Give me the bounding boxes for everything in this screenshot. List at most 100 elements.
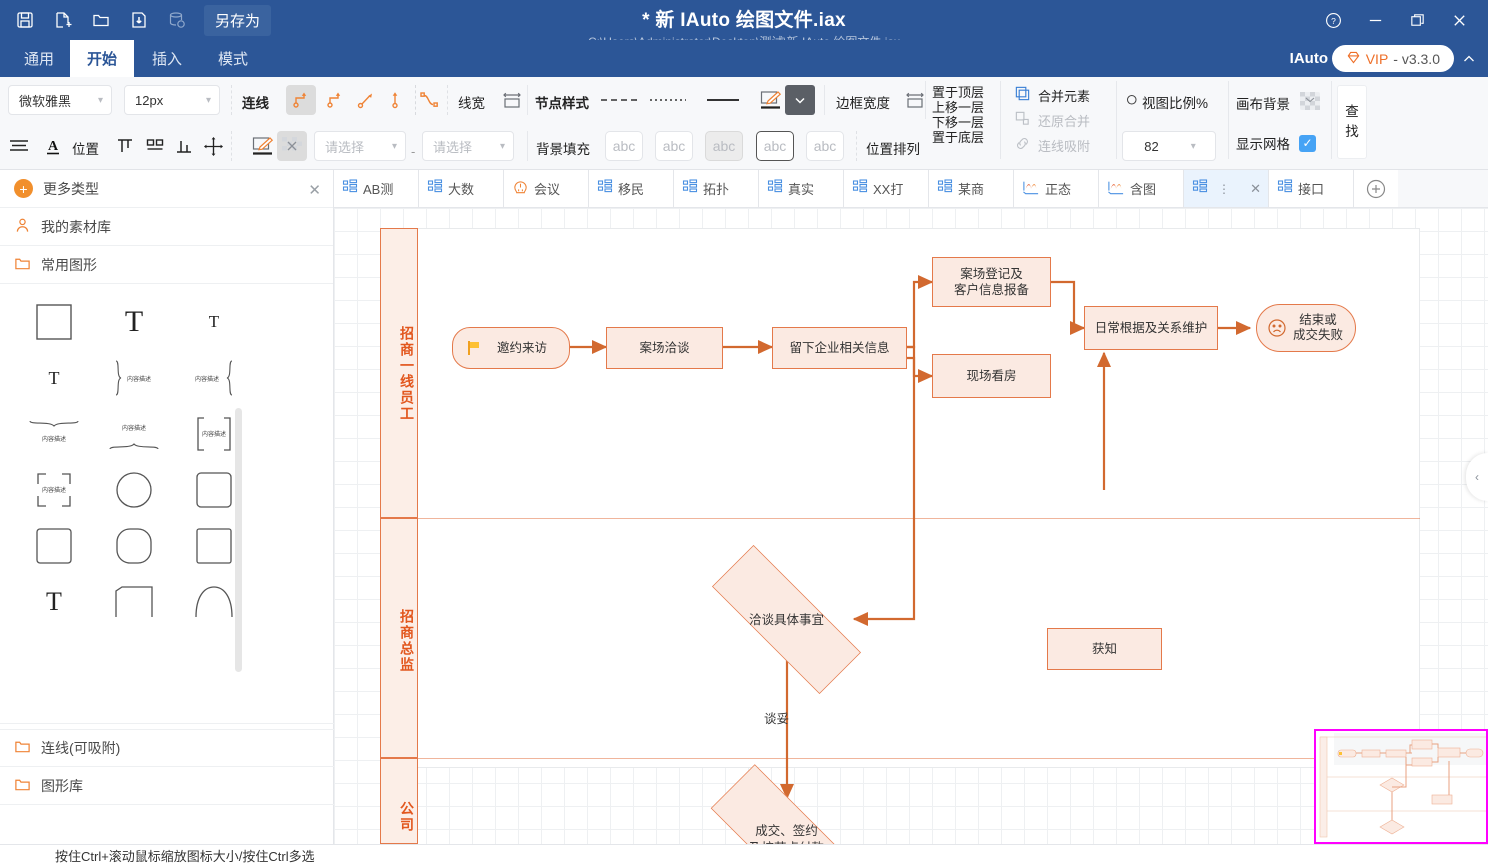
align-bottom-icon[interactable] <box>169 131 199 161</box>
gradient-end-select[interactable]: 请选择 ▾ <box>422 131 514 161</box>
tab-menu-icon[interactable]: ⋮ <box>1218 182 1230 196</box>
node-leave-info[interactable]: 留下企业相关信息 <box>772 327 907 369</box>
connector-straight-icon[interactable] <box>351 85 381 115</box>
merge-elements-button[interactable]: 合并元素 <box>1014 85 1090 105</box>
tab-insert[interactable]: 插入 <box>134 40 200 77</box>
bg-swatch-2[interactable]: abc <box>655 131 693 161</box>
lane-header-1[interactable]: 招商总监 <box>380 518 418 758</box>
shape-corner-bracket[interactable]: 内容描述 <box>18 464 90 516</box>
chevron-up-icon[interactable] <box>1458 40 1480 77</box>
connector-curve-icon[interactable] <box>415 85 445 115</box>
database-icon[interactable] <box>160 5 194 35</box>
shape-brace-top[interactable]: 内容描述 <box>98 408 170 460</box>
node-register-report[interactable]: 案场登记及 客户信息报备 <box>932 257 1051 307</box>
minimap[interactable] <box>1314 729 1488 844</box>
node-discuss-details[interactable]: 洽谈具体事宜 <box>679 545 894 694</box>
tab-close-icon[interactable]: ✕ <box>1250 181 1261 197</box>
shape-circle[interactable] <box>98 464 170 516</box>
export-icon[interactable] <box>122 5 156 35</box>
node-learn[interactable]: 获知 <box>1047 628 1162 670</box>
connector-elbow-up-icon[interactable] <box>286 85 316 115</box>
doc-tab-0[interactable]: AB测 <box>334 170 419 207</box>
new-file-icon[interactable] <box>46 5 80 35</box>
shape-grid-scrollbar[interactable] <box>235 408 242 672</box>
doc-tab-1[interactable]: 大数 <box>419 170 504 207</box>
doc-tab-4[interactable]: 拓扑 <box>674 170 759 207</box>
node-end-or-fail[interactable]: 结束或 成交失败 <box>1256 304 1356 352</box>
diagram-canvas[interactable]: 招商一线员工 招商总监 公司 邀约来访 案场洽谈 留下企业相关信息 案场登记及 … <box>334 208 1488 844</box>
shape-brace-left[interactable]: 内容描述 <box>178 352 250 404</box>
shape-text-small[interactable]: T <box>178 296 250 348</box>
shape-library-row[interactable]: 图形库 <box>0 767 334 805</box>
lane-header-0[interactable]: 招商一线员工 <box>380 228 418 518</box>
dashed-line-style[interactable] <box>596 85 642 115</box>
bring-forward-button[interactable]: 上移一层 <box>932 100 984 115</box>
distribute-icon[interactable] <box>140 131 170 161</box>
doc-tab-11[interactable]: 接口 <box>1269 170 1354 207</box>
connector-vertical-icon[interactable] <box>380 85 410 115</box>
common-shapes-row[interactable]: 常用图形 <box>0 246 333 284</box>
gradient-start-select[interactable]: 请选择 ▾ <box>314 131 406 161</box>
solid-line-style[interactable] <box>700 85 746 115</box>
node-site-visit[interactable]: 现场看房 <box>932 354 1051 398</box>
shape-cut-corner[interactable] <box>98 576 170 628</box>
text-color-icon[interactable]: A <box>38 131 68 161</box>
font-size-select[interactable]: 12px ▾ <box>124 85 220 115</box>
lane-header-2[interactable]: 公司 <box>380 758 418 844</box>
dotted-line-style[interactable] <box>645 85 691 115</box>
connectors-group-row[interactable]: 连线(可吸附) <box>0 729 334 767</box>
save-icon[interactable] <box>8 5 42 35</box>
doc-tab-9[interactable]: 含图 <box>1099 170 1184 207</box>
doc-tab-2[interactable]: 会议 <box>504 170 589 207</box>
fill-color-icon[interactable] <box>248 131 278 161</box>
vip-badge[interactable]: VIP - v3.3.0 <box>1331 45 1454 72</box>
doc-tab-7[interactable]: 某商 <box>929 170 1014 207</box>
my-library-row[interactable]: 我的素材库 <box>0 208 333 246</box>
tab-home[interactable]: 开始 <box>70 40 134 77</box>
tab-mode[interactable]: 模式 <box>200 40 266 77</box>
shape-roundsquare[interactable] <box>98 520 170 572</box>
doc-tab-6[interactable]: XX打 <box>844 170 929 207</box>
bg-swatch-5[interactable]: abc <box>806 131 844 161</box>
line-width-icon[interactable] <box>497 85 527 115</box>
tab-general[interactable]: 通用 <box>8 40 70 77</box>
line-color-dropdown[interactable] <box>785 85 815 115</box>
minimize-icon[interactable] <box>1356 3 1394 37</box>
align-text-icon[interactable] <box>4 131 34 161</box>
no-fill-icon[interactable] <box>277 131 307 161</box>
node-invite-visit[interactable]: 邀约来访 <box>452 327 570 369</box>
node-site-talk[interactable]: 案场洽谈 <box>606 327 723 369</box>
more-types-row[interactable]: + 更多类型 ✕ <box>0 170 333 208</box>
close-icon[interactable] <box>1440 3 1478 37</box>
bg-swatch-1[interactable]: abc <box>605 131 643 161</box>
doc-tab-10[interactable]: ⋮ ✕ <box>1184 170 1269 207</box>
shape-text-mid[interactable]: T <box>18 352 90 404</box>
bg-swatch-3[interactable]: abc <box>705 131 743 161</box>
help-icon[interactable]: ? <box>1314 3 1352 37</box>
node-daily-maintain[interactable]: 日常根据及关系维护 <box>1084 306 1218 350</box>
close-icon[interactable]: ✕ <box>308 181 321 199</box>
doc-tab-3[interactable]: 移民 <box>589 170 674 207</box>
open-folder-icon[interactable] <box>84 5 118 35</box>
restore-icon[interactable] <box>1398 3 1436 37</box>
shape-rect-2[interactable] <box>18 520 90 572</box>
connector-elbow2-icon[interactable] <box>320 85 350 115</box>
title-bar: 另存为 * 新 IAuto 绘图文件.iax C:\Users\Administ… <box>0 0 1488 49</box>
align-top-icon[interactable] <box>110 131 140 161</box>
canvas-bg-swatch[interactable] <box>1298 90 1322 115</box>
shape-text-serif[interactable]: T <box>18 576 90 628</box>
save-as-button[interactable]: 另存为 <box>204 4 272 36</box>
shape-text-big[interactable]: T <box>98 296 170 348</box>
node-deal-sign-pay[interactable]: 成交、签约 及按节点付款 <box>679 764 894 844</box>
bg-swatch-4[interactable]: abc <box>756 131 794 161</box>
move-icon[interactable] <box>198 131 228 161</box>
shape-brace-bottom[interactable]: 内容描述 <box>18 408 90 460</box>
line-color-icon[interactable] <box>756 85 786 115</box>
add-tab-button[interactable] <box>1354 170 1398 207</box>
shape-brace-right[interactable]: 内容描述 <box>98 352 170 404</box>
doc-tab-5[interactable]: 真实 <box>759 170 844 207</box>
doc-tab-8[interactable]: 正态 <box>1014 170 1099 207</box>
shape-square[interactable] <box>18 296 90 348</box>
bring-to-front-button[interactable]: 置于顶层 <box>932 85 984 100</box>
font-family-select[interactable]: 微软雅黑 ▾ <box>8 85 112 115</box>
